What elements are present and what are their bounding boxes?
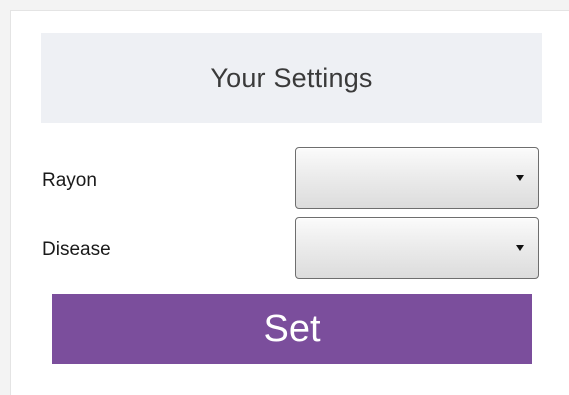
disease-select[interactable] [295,217,539,279]
set-button[interactable]: Set [52,294,532,364]
caret-down-icon [516,245,524,251]
rayon-select[interactable] [295,147,539,209]
disease-label: Disease [42,239,111,260]
settings-header: Your Settings [41,33,542,123]
page-title: Your Settings [210,62,373,93]
settings-panel: Your Settings Rayon Disease Set [10,10,569,395]
rayon-label: Rayon [42,170,97,191]
caret-down-icon [516,175,524,181]
